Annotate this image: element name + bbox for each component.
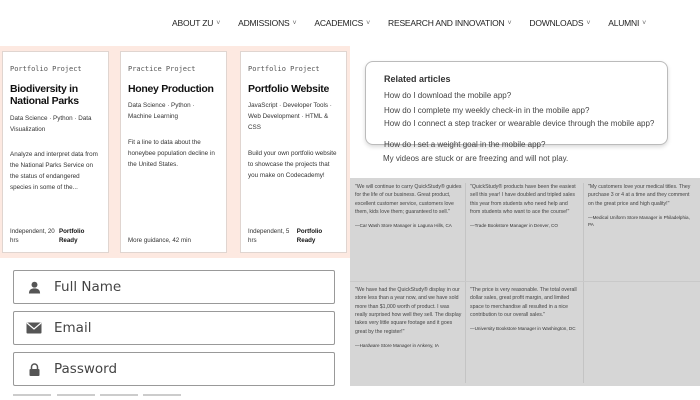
testimonial: "We have had the QuickStudy® display in … [355,286,463,349]
signup-form [0,258,350,400]
project-skills: Data Science · Python · Data Visualizati… [10,115,92,133]
full-name-field[interactable] [13,270,335,304]
testimonial-quote: "We have had the QuickStudy® display in … [355,287,462,335]
project-card[interactable]: Practice Project Honey Production Data S… [120,51,227,253]
project-card[interactable]: Portfolio Project Biodiversity in Nation… [2,51,109,253]
project-footer: Independent, 20 hrs Portfolio Ready [10,227,102,246]
related-article-link[interactable]: How do I set a weight goal in the mobile… [384,140,664,149]
project-footer: More guidance, 42 min [128,236,220,246]
project-cards-panel: Portfolio Project Biodiversity in Nation… [0,46,350,258]
related-article-link[interactable]: My videos are stuck or are freezing and … [383,154,568,163]
project-meta: Independent, 20 hrs [10,227,55,245]
password-input[interactable] [54,361,314,377]
divider [143,394,181,396]
chevron-down-icon: ˅ [366,19,371,27]
testimonial-quote: "QuickStudy® products have been the easi… [470,184,576,215]
project-meta: More guidance, 42 min [128,237,191,245]
related-article-link[interactable]: How do I download the mobile app? [384,91,664,100]
portfolio-ready-badge: Portfolio Ready [58,227,85,245]
testimonial-quote: "We will continue to carry QuickStudy® g… [355,184,462,215]
password-field[interactable] [13,352,335,386]
project-description: Build your own portfolio website to show… [248,149,337,179]
divider [13,394,51,396]
testimonial: "QuickStudy® products have been the easi… [470,183,578,230]
project-footer: Independent, 5 hrs Portfolio Ready [248,227,340,246]
nav-item-academics[interactable]: ACADEMICS ˅ [314,18,370,28]
chevron-down-icon: ˅ [586,19,591,27]
project-skills: Data Science · Python · Machine Learning [128,102,195,121]
row-divider [350,281,700,282]
project-description: Fit a line to data about the honeybee po… [128,138,215,168]
nav-item-about[interactable]: ABOUT ZU ˅ [172,18,220,28]
testimonial: "The price is very reasonable. The total… [470,286,578,333]
nav-item-alumni[interactable]: ALUMNI ˅ [608,18,646,28]
testimonial-signature: —Car Wash Store Manager in Laguna Hills,… [355,223,452,229]
related-article-link[interactable]: How do I complete my weekly check-in in … [384,106,664,115]
nav-item-downloads[interactable]: DOWNLOADS ˅ [529,18,590,28]
nav-item-research[interactable]: RESEARCH AND INNOVATION ˅ [388,18,512,28]
divider [57,394,95,396]
chevron-down-icon: ˅ [507,19,512,27]
project-title: Portfolio Website [248,82,330,95]
chevron-down-icon: ˅ [216,19,221,27]
project-kind: Practice Project [128,65,196,73]
project-title: Biodiversity in National Parks [10,82,79,108]
project-skills: JavaScript · Developer Tools · Web Devel… [248,102,332,131]
email-input[interactable] [54,320,314,336]
testimonial: "We will continue to carry QuickStudy® g… [355,183,463,230]
testimonial-signature: —University Bookstore Manager in Washing… [470,326,576,332]
column-divider [583,183,584,383]
related-article-link[interactable]: How do I connect a step tracker or weara… [384,119,664,128]
user-icon [14,281,54,294]
testimonial-signature: —Medical Uniform Store Manager in Philad… [588,214,690,228]
email-field[interactable] [13,311,335,345]
nav-item-admissions[interactable]: ADMISSIONS ˅ [238,18,296,28]
testimonial-quote: "My customers love your medical titles. … [588,184,691,207]
testimonial: "My customers love your medical titles. … [588,183,696,229]
testimonial-quote: "The price is very reasonable. The total… [470,287,577,318]
top-navigation: ABOUT ZU ˅ ADMISSIONS ˅ ACADEMICS ˅ RESEARC… [0,0,700,46]
related-articles-heading: Related articles [384,74,451,84]
project-kind: Portfolio Project [248,65,320,73]
chevron-down-icon: ˅ [292,19,297,27]
project-title: Honey Production [128,82,214,95]
portfolio-ready-badge: Portfolio Ready [296,227,323,245]
column-divider [465,183,466,383]
envelope-icon [14,322,54,334]
project-description: Analyze and interpret data from the Nati… [10,151,98,192]
project-card[interactable]: Portfolio Project Portfolio Website Java… [240,51,347,253]
chevron-down-icon: ˅ [642,19,647,27]
lock-icon [14,362,54,376]
testimonial-signature: —Hardware Store Manager in Ankeny, IA [355,342,439,348]
full-name-input[interactable] [54,279,314,295]
related-articles-box: Related articles How do I download the m… [365,61,668,149]
project-meta: Independent, 5 hrs [248,227,290,245]
divider [100,394,138,396]
testimonials-grid: "We will continue to carry QuickStudy® g… [350,178,700,386]
testimonial-signature: —Trade Bookstore Manager in Denver, CO [470,223,558,229]
project-kind: Portfolio Project [10,65,82,73]
related-articles-section: Related articles How do I download the m… [350,46,700,178]
